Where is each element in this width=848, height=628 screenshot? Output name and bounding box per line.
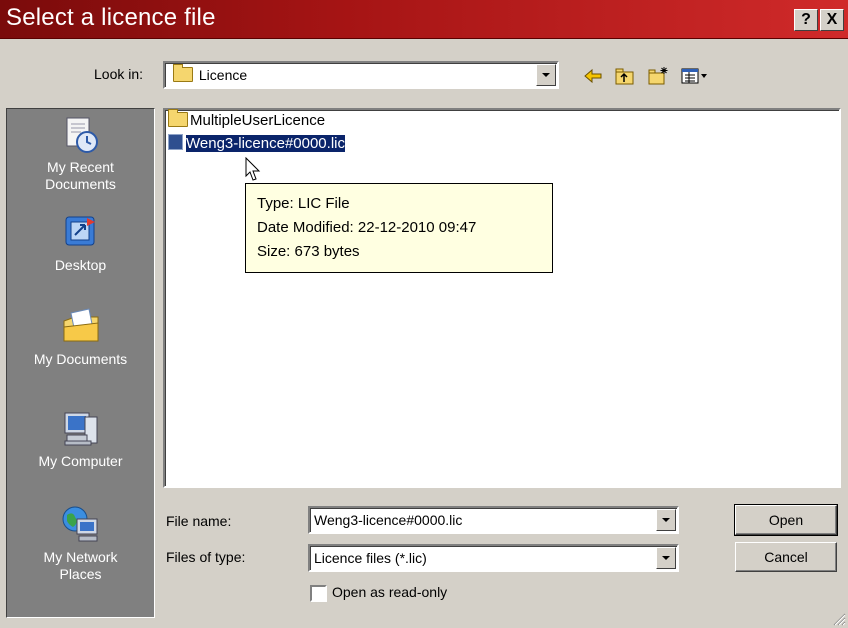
tooltip-type: Type: LIC File [257, 195, 350, 212]
my-computer-icon [61, 409, 101, 449]
back-icon[interactable] [582, 66, 604, 86]
place-my-computer[interactable]: My Computer [7, 409, 154, 470]
place-label-line1: My Computer [38, 453, 123, 469]
new-folder-icon[interactable] [647, 66, 669, 86]
file-name-input[interactable]: Weng3-licence#0000.lic [314, 512, 462, 528]
file-type-value: Licence files (*.lic) [314, 550, 427, 566]
my-documents-icon [61, 307, 101, 347]
close-button[interactable]: X [820, 9, 844, 31]
file-name-combo[interactable]: Weng3-licence#0000.lic [308, 506, 679, 534]
place-recent-documents[interactable]: My Recent Documents [7, 115, 154, 193]
read-only-checkbox[interactable] [310, 585, 327, 602]
list-item-file[interactable]: Weng3-licence#0000.lic [168, 134, 346, 153]
folder-icon [173, 64, 193, 82]
place-label-line1: My Network [43, 549, 118, 565]
file-info-tooltip: Type: LIC File Date Modified: 22-12-2010… [245, 183, 553, 273]
place-label-line1: Desktop [54, 257, 107, 273]
list-item-folder[interactable]: MultipleUserLicence [168, 109, 326, 129]
chevron-down-icon[interactable] [656, 509, 676, 531]
look-in-combo[interactable]: Licence [163, 61, 559, 89]
tooltip-date-modified: Date Modified: 22-12-2010 09:47 [257, 219, 477, 236]
up-folder-icon[interactable] [614, 66, 636, 86]
file-name: MultipleUserLicence [190, 112, 326, 129]
place-label-line1: My Documents [33, 351, 128, 367]
view-menu-icon[interactable] [680, 66, 710, 86]
place-label-line2: Documents [45, 176, 116, 192]
file-type-label: Files of type: [166, 549, 246, 565]
chevron-down-icon[interactable] [656, 547, 676, 569]
places-bar: My Recent Documents Desktop My Documents… [6, 108, 155, 618]
chevron-down-icon[interactable] [536, 64, 556, 86]
file-list[interactable]: MultipleUserLicence Weng3-licence#0000.l… [163, 108, 841, 488]
desktop-icon [61, 213, 101, 253]
help-button[interactable]: ? [794, 9, 818, 31]
file-name: Weng3-licence#0000.lic [185, 134, 346, 153]
file-name-label: File name: [166, 513, 232, 529]
folder-icon [168, 109, 188, 127]
mouse-cursor-icon [245, 157, 261, 181]
file-type-select[interactable]: Licence files (*.lic) [308, 544, 679, 572]
title-bar: Select a licence file ? X [0, 0, 848, 39]
file-icon [168, 134, 183, 150]
look-in-label: Look in: [94, 66, 144, 82]
recent-documents-icon [61, 115, 101, 155]
network-places-icon [61, 505, 101, 545]
cancel-button[interactable]: Cancel [735, 542, 837, 572]
resize-grip-icon[interactable] [832, 612, 846, 626]
place-my-documents[interactable]: My Documents [7, 307, 154, 368]
place-label-line1: My Recent [47, 159, 114, 175]
read-only-label: Open as read-only [332, 584, 448, 600]
place-my-network-places[interactable]: My Network Places [7, 505, 154, 583]
open-button[interactable]: Open [734, 504, 838, 536]
dialog-title: Select a licence file [6, 4, 216, 31]
place-label-line2: Places [59, 566, 102, 582]
look-in-value: Licence [198, 67, 248, 83]
place-desktop[interactable]: Desktop [7, 213, 154, 274]
tooltip-size: Size: 673 bytes [257, 243, 360, 260]
